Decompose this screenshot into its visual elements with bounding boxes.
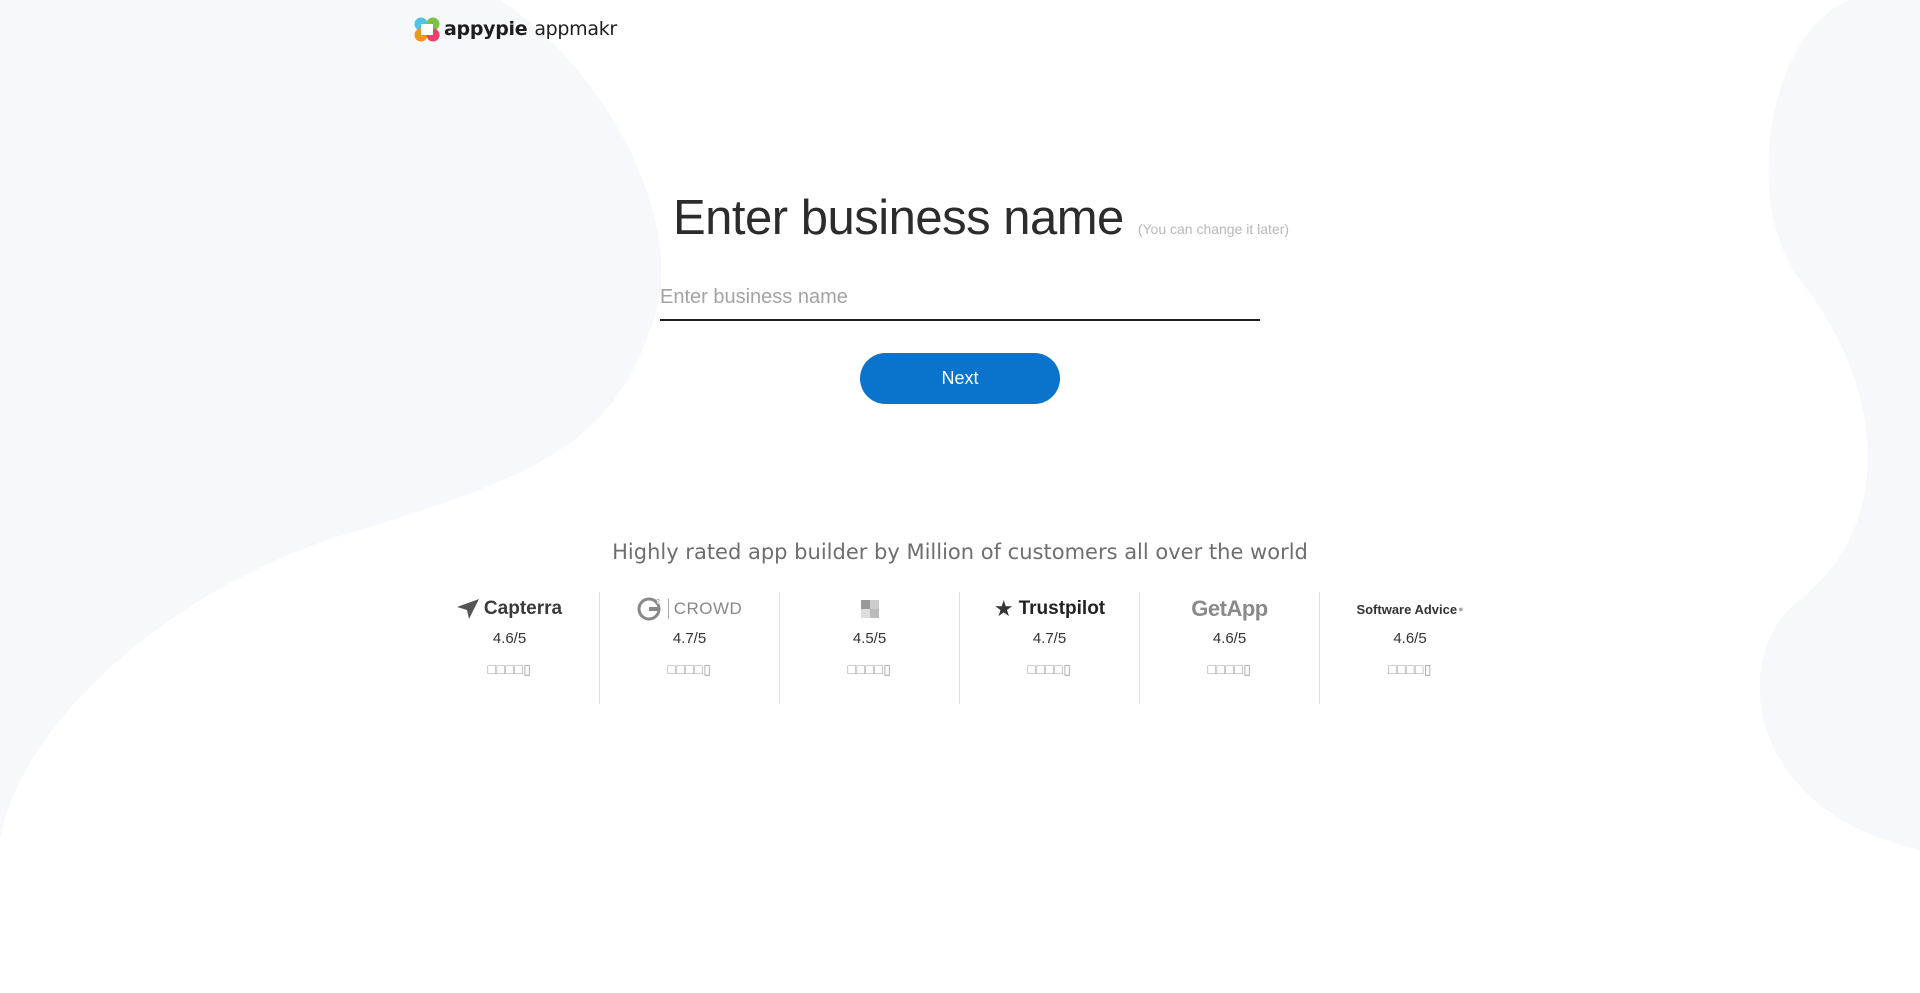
getapp-name: GetApp [1191, 596, 1268, 621]
capterra-logo: Capterra [456, 592, 563, 626]
star-icon: ★ [993, 596, 1014, 621]
squares-logo-icon [860, 600, 879, 618]
trustpilot-stars: □□□□▯ [1027, 661, 1072, 677]
g2crowd-stars: □□□□▯ [667, 661, 712, 677]
logo-product-text: appmakr [534, 18, 617, 40]
software-advice-name: Software Advice [1356, 601, 1458, 617]
g2-icon: 2 [637, 597, 663, 621]
logo-brand-text: appypie [444, 18, 528, 40]
generic-logo [859, 592, 881, 626]
ratings-row: Capterra 4.6/5 □□□□▯ 2 CROWD 4.7/5 □□□□▯ [420, 592, 1500, 704]
getapp-stars: □□□□▯ [1207, 661, 1252, 677]
capterra-arrow-icon [456, 599, 479, 619]
title-hint: (You can change it later) [1137, 221, 1290, 237]
ratings-tagline: Highly rated app builder by Million of c… [612, 540, 1308, 564]
rating-generic: 4.5/5 □□□□▯ [780, 592, 960, 704]
trustpilot-score: 4.7/5 [1032, 630, 1067, 647]
rating-trustpilot: ★ Trustpilot 4.7/5 □□□□▯ [960, 592, 1140, 704]
speech-bubble-icon: ● [1458, 604, 1464, 614]
generic-score: 4.5/5 [852, 630, 887, 647]
trustpilot-logo: ★ Trustpilot [994, 592, 1105, 626]
generic-stars: □□□□▯ [847, 661, 892, 677]
capterra-stars: □□□□▯ [487, 661, 532, 677]
g2crowd-score: 4.7/5 [672, 630, 707, 647]
appypie-logo-icon [414, 17, 440, 42]
business-name-input[interactable] [660, 280, 1260, 321]
rating-g2crowd: 2 CROWD 4.7/5 □□□□▯ [600, 592, 780, 704]
getapp-logo: GetApp [1191, 592, 1268, 626]
software-advice-logo: Software Advice ● [1356, 592, 1463, 626]
rating-getapp: GetApp 4.6/5 □□□□▯ [1140, 592, 1320, 704]
capterra-name: Capterra [483, 598, 563, 619]
trustpilot-name: Trustpilot [1018, 598, 1106, 619]
getapp-score: 4.6/5 [1212, 630, 1247, 647]
form-heading: Enter business name (You can change it l… [673, 190, 1289, 246]
rating-capterra: Capterra 4.6/5 □□□□▯ [420, 592, 600, 704]
page-title: Enter business name [673, 191, 1124, 245]
brand-logo[interactable]: appypie appmakr [413, 14, 617, 44]
software-advice-stars: □□□□▯ [1387, 661, 1433, 677]
next-button[interactable]: Next [860, 353, 1060, 404]
business-name-field [660, 280, 1260, 321]
svg-text:2: 2 [656, 599, 660, 606]
capterra-score: 4.6/5 [492, 630, 527, 647]
software-advice-score: 4.6/5 [1393, 630, 1427, 647]
g2crowd-name: CROWD [667, 599, 743, 619]
rating-software-advice: Software Advice ● 4.6/5 □□□□▯ [1320, 592, 1500, 704]
g2crowd-logo: 2 CROWD [637, 592, 743, 626]
background-shapes [0, 0, 1920, 850]
